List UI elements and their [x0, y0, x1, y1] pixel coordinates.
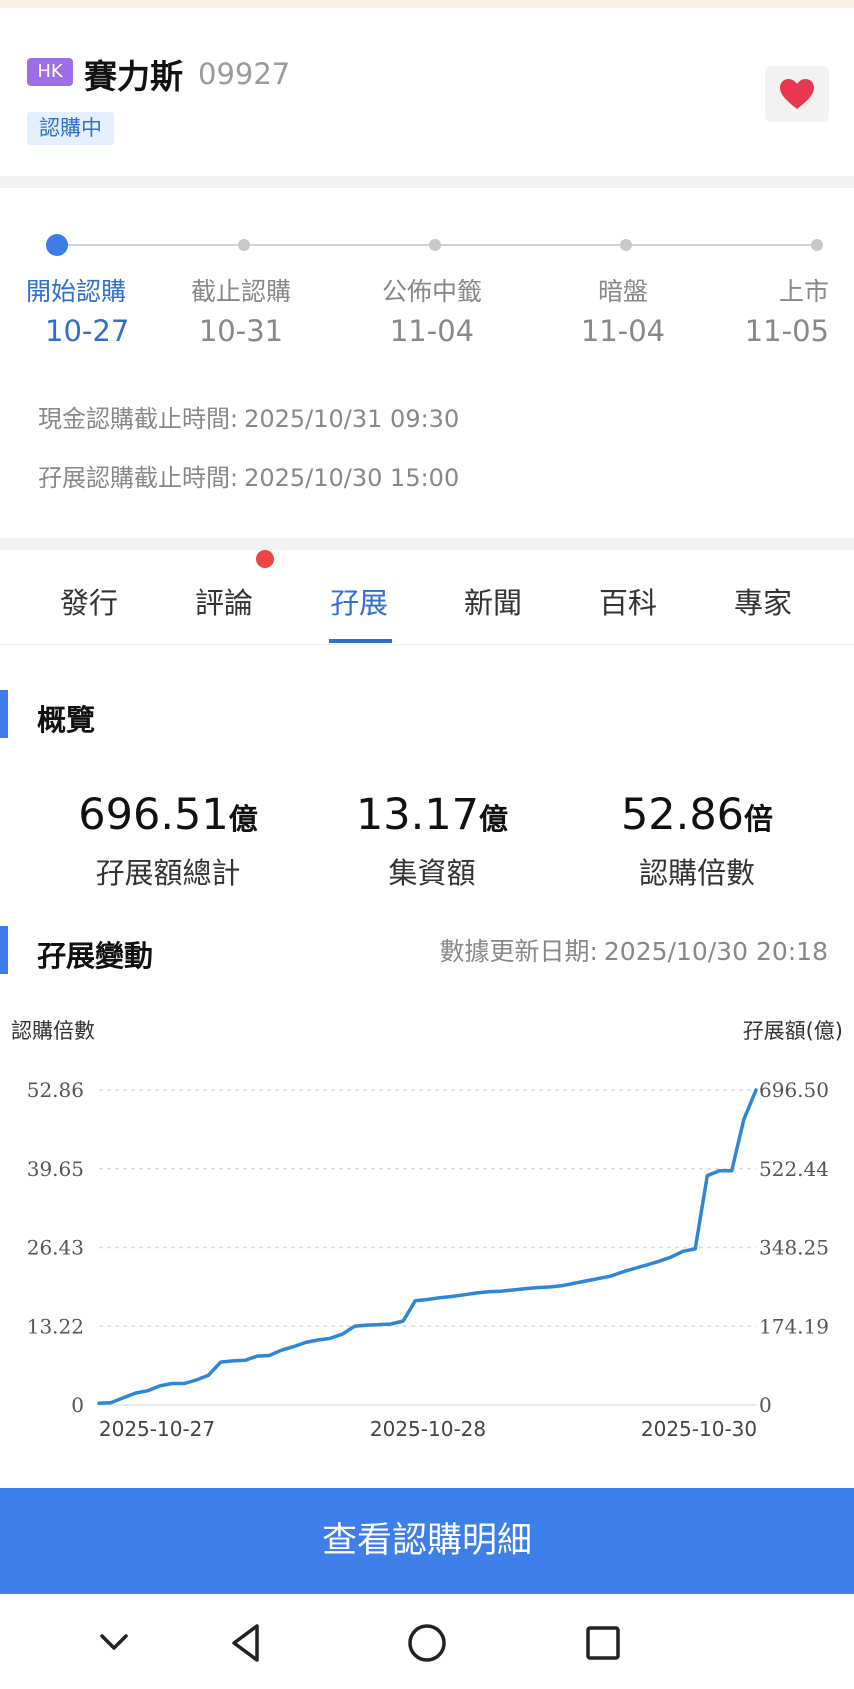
- stock-code: 09927: [198, 57, 291, 91]
- timeline-dot-allotment: [429, 239, 441, 251]
- overview-title: 概覽: [37, 703, 96, 737]
- x-axis-tick: 2025-10-30: [641, 1417, 757, 1441]
- margin-chart: 0 0 13.22 174.19 26.43 348.25 39.65 522.44 52.86…: [27, 1078, 829, 1441]
- tab-issue[interactable]: 發行: [60, 580, 118, 622]
- stock-header: HK 賽力斯 09927 認購中: [0, 8, 854, 176]
- stat-margin-total-unit: 億: [228, 802, 258, 836]
- tab-news[interactable]: 新聞: [464, 580, 522, 622]
- update-time-value: 2025/10/30 20:18: [603, 937, 828, 966]
- right-axis-tick: 0: [759, 1393, 772, 1417]
- section-accent-bar: [0, 926, 8, 974]
- back-triangle-icon: [232, 1624, 259, 1662]
- timeline-dot-close: [238, 239, 250, 251]
- section-divider: [0, 176, 854, 188]
- stat-fundraise-label: 集資額: [388, 856, 476, 890]
- timeline-label-allotment: 公佈中籤: [381, 277, 482, 306]
- stat-fundraise-value: 13.17: [355, 790, 480, 840]
- stat-margin-total: 696.51億: [28, 790, 308, 840]
- nav-back-button[interactable]: [222, 1618, 272, 1668]
- status-badge: 認購中: [27, 112, 114, 145]
- right-axis-tick: 174.19: [759, 1314, 829, 1338]
- stat-fundraise: 13.17億: [292, 790, 572, 840]
- stat-margin-total-label: 孖展額總計: [95, 856, 241, 890]
- stock-name: 賽力斯: [84, 57, 183, 96]
- timeline-dot-start: [46, 234, 68, 256]
- left-axis-tick: 39.65: [27, 1157, 84, 1181]
- cash-deadline-value: 2025/10/31 09:30: [244, 405, 460, 433]
- nav-collapse-button[interactable]: [89, 1618, 139, 1668]
- stat-fundraise-unit: 億: [479, 802, 509, 836]
- stat-oversubscription-unit: 倍: [744, 802, 774, 836]
- timeline-dot-grey-market: [620, 239, 632, 251]
- left-axis-tick: 0: [71, 1393, 84, 1417]
- right-axis-tick: 348.25: [759, 1236, 829, 1260]
- tab-bar: 發行 評論 孖展 新聞 百科 專家: [0, 550, 854, 645]
- timeline-label-close: 截止認購: [190, 277, 291, 306]
- notification-dot: [256, 550, 274, 568]
- recents-square-icon: [586, 1626, 620, 1660]
- series-line: [97, 1088, 758, 1405]
- nav-home-button[interactable]: [402, 1618, 452, 1668]
- timeline-date-grey-market: 11-04: [580, 314, 666, 348]
- margin-change-title: 孖展變動: [37, 939, 154, 973]
- timeline-date-listing: 11-05: [744, 314, 829, 348]
- x-axis-tick: 2025-10-27: [99, 1417, 215, 1441]
- x-axis-tick: 2025-10-28: [370, 1417, 486, 1441]
- tab-comments[interactable]: 評論: [195, 580, 253, 622]
- margin-deadline: 孖展認購截止時間: 2025/10/30 15:00: [38, 458, 459, 493]
- view-subscription-details-button[interactable]: 查看認購明細: [0, 1488, 854, 1594]
- timeline-dot-listing: [811, 239, 823, 251]
- left-axis-tick: 13.22: [27, 1314, 84, 1338]
- right-axis-tick: 522.44: [759, 1157, 829, 1181]
- active-tab-indicator: [329, 639, 392, 643]
- update-time-label: 數據更新日期:: [439, 937, 598, 966]
- timeline-label-grey-market: 暗盤: [597, 277, 648, 306]
- tab-wiki[interactable]: 百科: [599, 580, 657, 622]
- timeline-label-start: 開始認購: [26, 277, 127, 306]
- top-strip: [0, 0, 854, 8]
- margin-deadline-value: 2025/10/30 15:00: [244, 464, 460, 492]
- market-badge: HK: [27, 58, 73, 86]
- right-axis-title: 孖展額(億): [742, 1019, 843, 1043]
- tab-experts[interactable]: 專家: [734, 580, 792, 622]
- ipo-timeline: 開始認購 截止認購 公佈中籤 暗盤 上市 10-27 10-31 11-04 1…: [0, 188, 854, 538]
- chevron-down-icon: [100, 1634, 128, 1650]
- cash-deadline: 現金認購截止時間: 2025/10/31 09:30: [38, 399, 459, 434]
- heart-icon: [780, 79, 814, 109]
- timeline-date-close: 10-31: [198, 314, 284, 348]
- update-time: 數據更新日期: 2025/10/30 20:18: [439, 932, 828, 968]
- left-axis-title: 認購倍數: [11, 1019, 95, 1043]
- home-circle-icon: [408, 1624, 446, 1662]
- stat-oversubscription-value: 52.86: [620, 790, 745, 840]
- timeline-date-allotment: 11-04: [389, 314, 475, 348]
- left-axis-tick: 52.86: [27, 1078, 84, 1102]
- section-accent-bar: [0, 690, 8, 738]
- left-axis-tick: 26.43: [27, 1236, 84, 1260]
- stat-oversubscription-label: 認購倍數: [638, 856, 755, 890]
- system-nav-bar: [0, 1594, 854, 1689]
- section-divider: [0, 538, 854, 550]
- nav-recents-button[interactable]: [578, 1618, 628, 1668]
- cash-deadline-label: 現金認購截止時間:: [38, 405, 239, 433]
- timeline-label-listing: 上市: [778, 277, 829, 306]
- stat-margin-total-value: 696.51: [78, 790, 229, 840]
- right-axis-tick: 696.50: [759, 1078, 829, 1102]
- tab-margin[interactable]: 孖展: [330, 580, 388, 622]
- favorite-button[interactable]: [765, 66, 829, 122]
- stat-oversubscription: 52.86倍: [557, 790, 837, 840]
- margin-deadline-label: 孖展認購截止時間:: [38, 464, 239, 492]
